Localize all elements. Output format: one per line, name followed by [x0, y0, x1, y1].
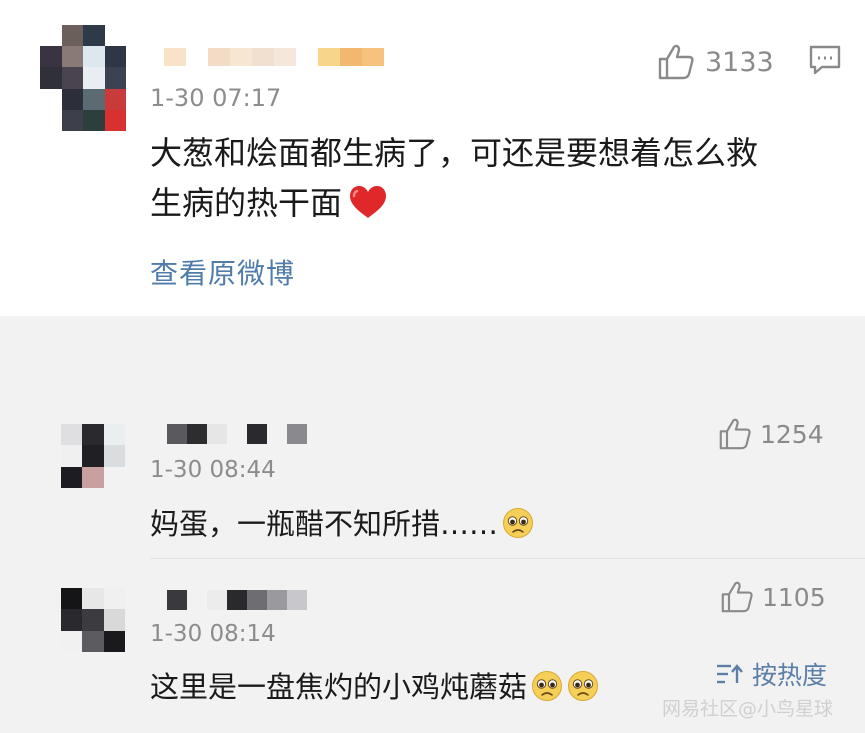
thumbs-up-icon [719, 418, 751, 450]
post-text-line-1: 大葱和烩面都生病了，可还是要想着怎么救 [150, 134, 759, 172]
main-post: 1-30 07:17 3133 大葱和烩面都生病了，可还是要想着怎么救 生病的热… [0, 0, 865, 316]
view-original-link[interactable]: 查看原微博 [150, 252, 295, 292]
sort-label: 按热度 [752, 661, 828, 690]
red-heart-emoji [350, 186, 387, 218]
comment-like-count: 1254 [760, 419, 824, 449]
comment-like-count: 1105 [762, 582, 826, 612]
comment-divider [150, 558, 865, 559]
avatar[interactable] [40, 25, 126, 131]
comment-time: 1-30 08:44 [150, 457, 276, 483]
comments-section: 按热度 1-30 08:44 1254 妈蛋，一瓶醋不知所措…… 1-30 08… [0, 316, 865, 733]
thumbs-up-icon [721, 581, 753, 613]
post-text-line-2-text: 生病的热干面 [150, 184, 343, 222]
thumbs-up-icon [658, 44, 694, 80]
comment-text: 这里是一盘焦灼的小鸡炖蘑菇 [150, 664, 599, 706]
pleading-face-emoji [568, 671, 599, 701]
username[interactable] [164, 48, 384, 66]
comment-time: 1-30 08:14 [150, 621, 276, 647]
post-time: 1-30 07:17 [150, 84, 282, 112]
comment-bubble-icon[interactable] [808, 44, 842, 80]
pleading-face-emoji [532, 671, 563, 701]
comment-like-button[interactable]: 1254 [718, 418, 824, 450]
comment-like-button[interactable]: 1105 [720, 581, 826, 613]
post-text-line-2: 生病的热干面 [150, 178, 840, 228]
post-like-count: 3133 [705, 46, 774, 78]
comment-avatar[interactable] [61, 588, 125, 652]
watermark: 网易社区@小鸟星球 [662, 698, 834, 720]
post-text: 大葱和烩面都生病了，可还是要想着怎么救 生病的热干面 [150, 128, 840, 228]
comment-text-content: 这里是一盘焦灼的小鸡炖蘑菇 [150, 670, 528, 704]
comment-username[interactable] [167, 590, 307, 610]
sort-by-hot-button[interactable]: 按热度 [716, 656, 827, 692]
pleading-face-emoji [503, 508, 534, 538]
comment-text: 妈蛋，一瓶醋不知所措…… [150, 501, 534, 543]
comment-avatar[interactable] [61, 424, 125, 488]
sort-icon [717, 664, 743, 684]
comment-text-content: 妈蛋，一瓶醋不知所措…… [150, 507, 499, 541]
post-like-button[interactable]: 3133 [657, 44, 774, 80]
comment-username[interactable] [167, 424, 307, 444]
